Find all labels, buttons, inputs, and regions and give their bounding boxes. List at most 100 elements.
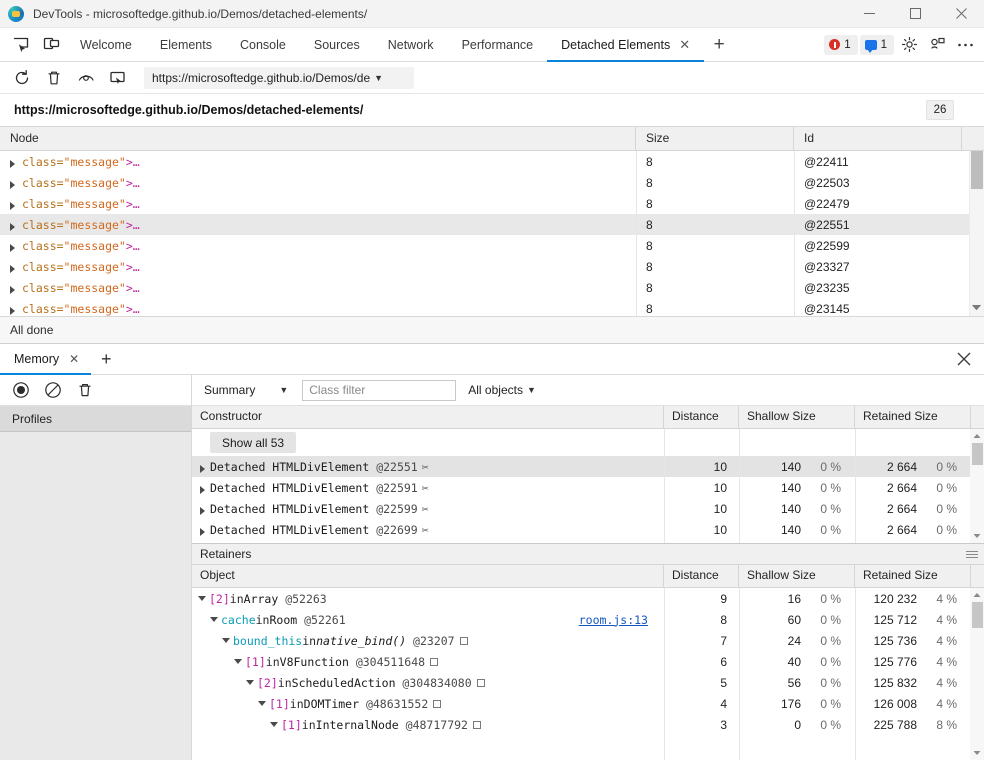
retainer-row[interactable]: cache in Room @52261room.js:138600 %125 … [192,609,984,630]
expand-triangle-icon[interactable] [10,160,15,168]
add-panel-button[interactable]: + [704,28,734,61]
drawer-tab-memory[interactable]: Memory ✕ [0,344,91,374]
delete-profile-icon[interactable] [74,379,96,401]
scroll-down-icon[interactable] [971,302,982,313]
scroll-up-icon[interactable] [972,431,982,441]
expand-triangle-icon[interactable] [10,202,15,210]
column-header-constructor[interactable]: Constructor [192,406,664,429]
detach-target-icon[interactable] [104,65,132,91]
retainer-row[interactable]: [2] in Array @522639160 %120 2324 % [192,588,984,609]
detached-element-row[interactable]: class="message">…8@22551 [0,214,984,235]
detached-element-row[interactable]: class="message">…8@22479 [0,193,984,214]
collapse-triangle-icon[interactable] [210,617,218,622]
collapse-triangle-icon[interactable] [258,701,266,706]
collapse-triangle-icon[interactable] [222,638,230,643]
expand-triangle-icon[interactable] [200,465,205,473]
add-drawer-tab-button[interactable]: + [91,344,121,374]
detached-element-row[interactable]: class="message">…8@22599 [0,235,984,256]
more-options-icon[interactable] [952,32,978,58]
column-header-distance[interactable]: Distance [664,565,739,588]
column-header-shallow-size[interactable]: Shallow Size [739,406,855,429]
clear-profiles-icon[interactable] [42,379,64,401]
retainers-scrollbar-thumb[interactable] [972,602,983,628]
column-header-distance[interactable]: Distance [664,406,739,429]
expand-triangle-icon[interactable] [10,307,15,315]
error-count-badge[interactable]: 1 [824,35,857,55]
column-header-shallow-size[interactable]: Shallow Size [739,565,855,588]
column-header-id[interactable]: Id [794,127,962,151]
detached-element-row[interactable]: class="message">…8@23235 [0,277,984,298]
expand-triangle-icon[interactable] [200,528,205,536]
constructor-row[interactable]: Detached HTMLDivElement @22699✂101400 %2… [192,519,984,540]
retainers-menu-icon[interactable] [966,551,978,558]
maximize-icon[interactable] [892,0,938,28]
record-heap-snapshot-icon[interactable] [10,379,32,401]
shallow-size-cell: 00 % [739,718,855,732]
close-drawer-tab-icon[interactable]: ✕ [69,352,79,366]
column-header-size[interactable]: Size [636,127,794,151]
retainers-scrollbar[interactable] [970,588,984,760]
scroll-down-icon[interactable] [972,531,982,541]
collapse-triangle-icon[interactable] [246,680,254,685]
tab-elements[interactable]: Elements [146,28,226,61]
trash-icon[interactable] [40,65,68,91]
detached-element-row[interactable]: class="message">…8@22411 [0,151,984,172]
objects-filter-select[interactable]: All objects ▼ [468,383,536,397]
expand-triangle-icon[interactable] [10,265,15,273]
customize-devtools-icon[interactable] [924,32,950,58]
tab-welcome[interactable]: Welcome [66,28,146,61]
settings-gear-icon[interactable] [896,32,922,58]
detached-scissors-icon: ✂ [422,460,429,474]
constructor-row[interactable]: Detached HTMLDivElement @22599✂101400 %2… [192,498,984,519]
constructors-scrollbar[interactable] [970,429,984,543]
tab-network[interactable]: Network [374,28,448,61]
expand-triangle-icon[interactable] [200,486,205,494]
collapse-triangle-icon[interactable] [198,596,206,601]
close-drawer-icon[interactable] [944,344,984,374]
close-icon[interactable] [938,0,984,28]
expand-triangle-icon[interactable] [10,244,15,252]
column-header-retained-size[interactable]: Retained Size [855,565,971,588]
retainer-row[interactable]: [1] in DOMTimer @4863155241760 %126 0084… [192,693,984,714]
collapse-triangle-icon[interactable] [234,659,242,664]
view-mode-select[interactable]: Summary ▼ [202,383,294,397]
collapse-triangle-icon[interactable] [270,722,278,727]
expand-triangle-icon[interactable] [10,286,15,294]
constructors-scrollbar-thumb[interactable] [972,443,983,465]
distance-value: 10 [664,523,739,537]
column-header-object[interactable]: Object [192,565,664,588]
inspect-element-icon[interactable] [6,28,36,61]
expand-triangle-icon[interactable] [10,223,15,231]
column-header-retained-size[interactable]: Retained Size [855,406,971,429]
retainer-row[interactable]: bound_this in native_bind() @232077240 %… [192,630,984,651]
eye-icon[interactable] [72,65,100,91]
scroll-up-icon[interactable] [972,590,982,600]
scroll-down-icon[interactable] [972,748,982,758]
device-toolbar-icon[interactable] [36,28,66,61]
constructor-row[interactable]: Detached HTMLDivElement @22591✂101400 %2… [192,477,984,498]
message-count-badge[interactable]: 1 [860,35,894,55]
class-filter-input[interactable]: Class filter [302,380,456,401]
retainer-row[interactable]: [2] in ScheduledAction @3048340805560 %1… [192,672,984,693]
column-header-node[interactable]: Node [0,127,636,151]
detached-element-row[interactable]: class="message">…8@23145 [0,298,984,316]
constructor-row[interactable]: Detached HTMLDivElement @22551✂101400 %2… [192,456,984,477]
tab-console[interactable]: Console [226,28,300,61]
detached-scrollbar[interactable] [969,151,984,316]
expand-triangle-icon[interactable] [200,507,205,515]
detached-scrollbar-thumb[interactable] [971,151,983,189]
show-all-button[interactable]: Show all 53 [210,432,296,453]
tab-performance[interactable]: Performance [448,28,548,61]
tab-sources[interactable]: Sources [300,28,374,61]
minimize-icon[interactable] [846,0,892,28]
refresh-icon[interactable] [8,65,36,91]
close-tab-icon[interactable]: ✕ [679,38,690,51]
detached-element-row[interactable]: class="message">…8@23327 [0,256,984,277]
detached-element-row[interactable]: class="message">…8@22503 [0,172,984,193]
source-link[interactable]: room.js:13 [579,613,664,627]
target-url-select[interactable]: https://microsoftedge.github.io/Demos/de… [144,67,414,89]
expand-triangle-icon[interactable] [10,181,15,189]
tab-detached-elements[interactable]: Detached Elements ✕ [547,28,704,61]
retainer-row[interactable]: [1] in V8Function @3045116486400 %125 77… [192,651,984,672]
retainer-row[interactable]: [1] in InternalNode @48717792300 %225 78… [192,714,984,735]
